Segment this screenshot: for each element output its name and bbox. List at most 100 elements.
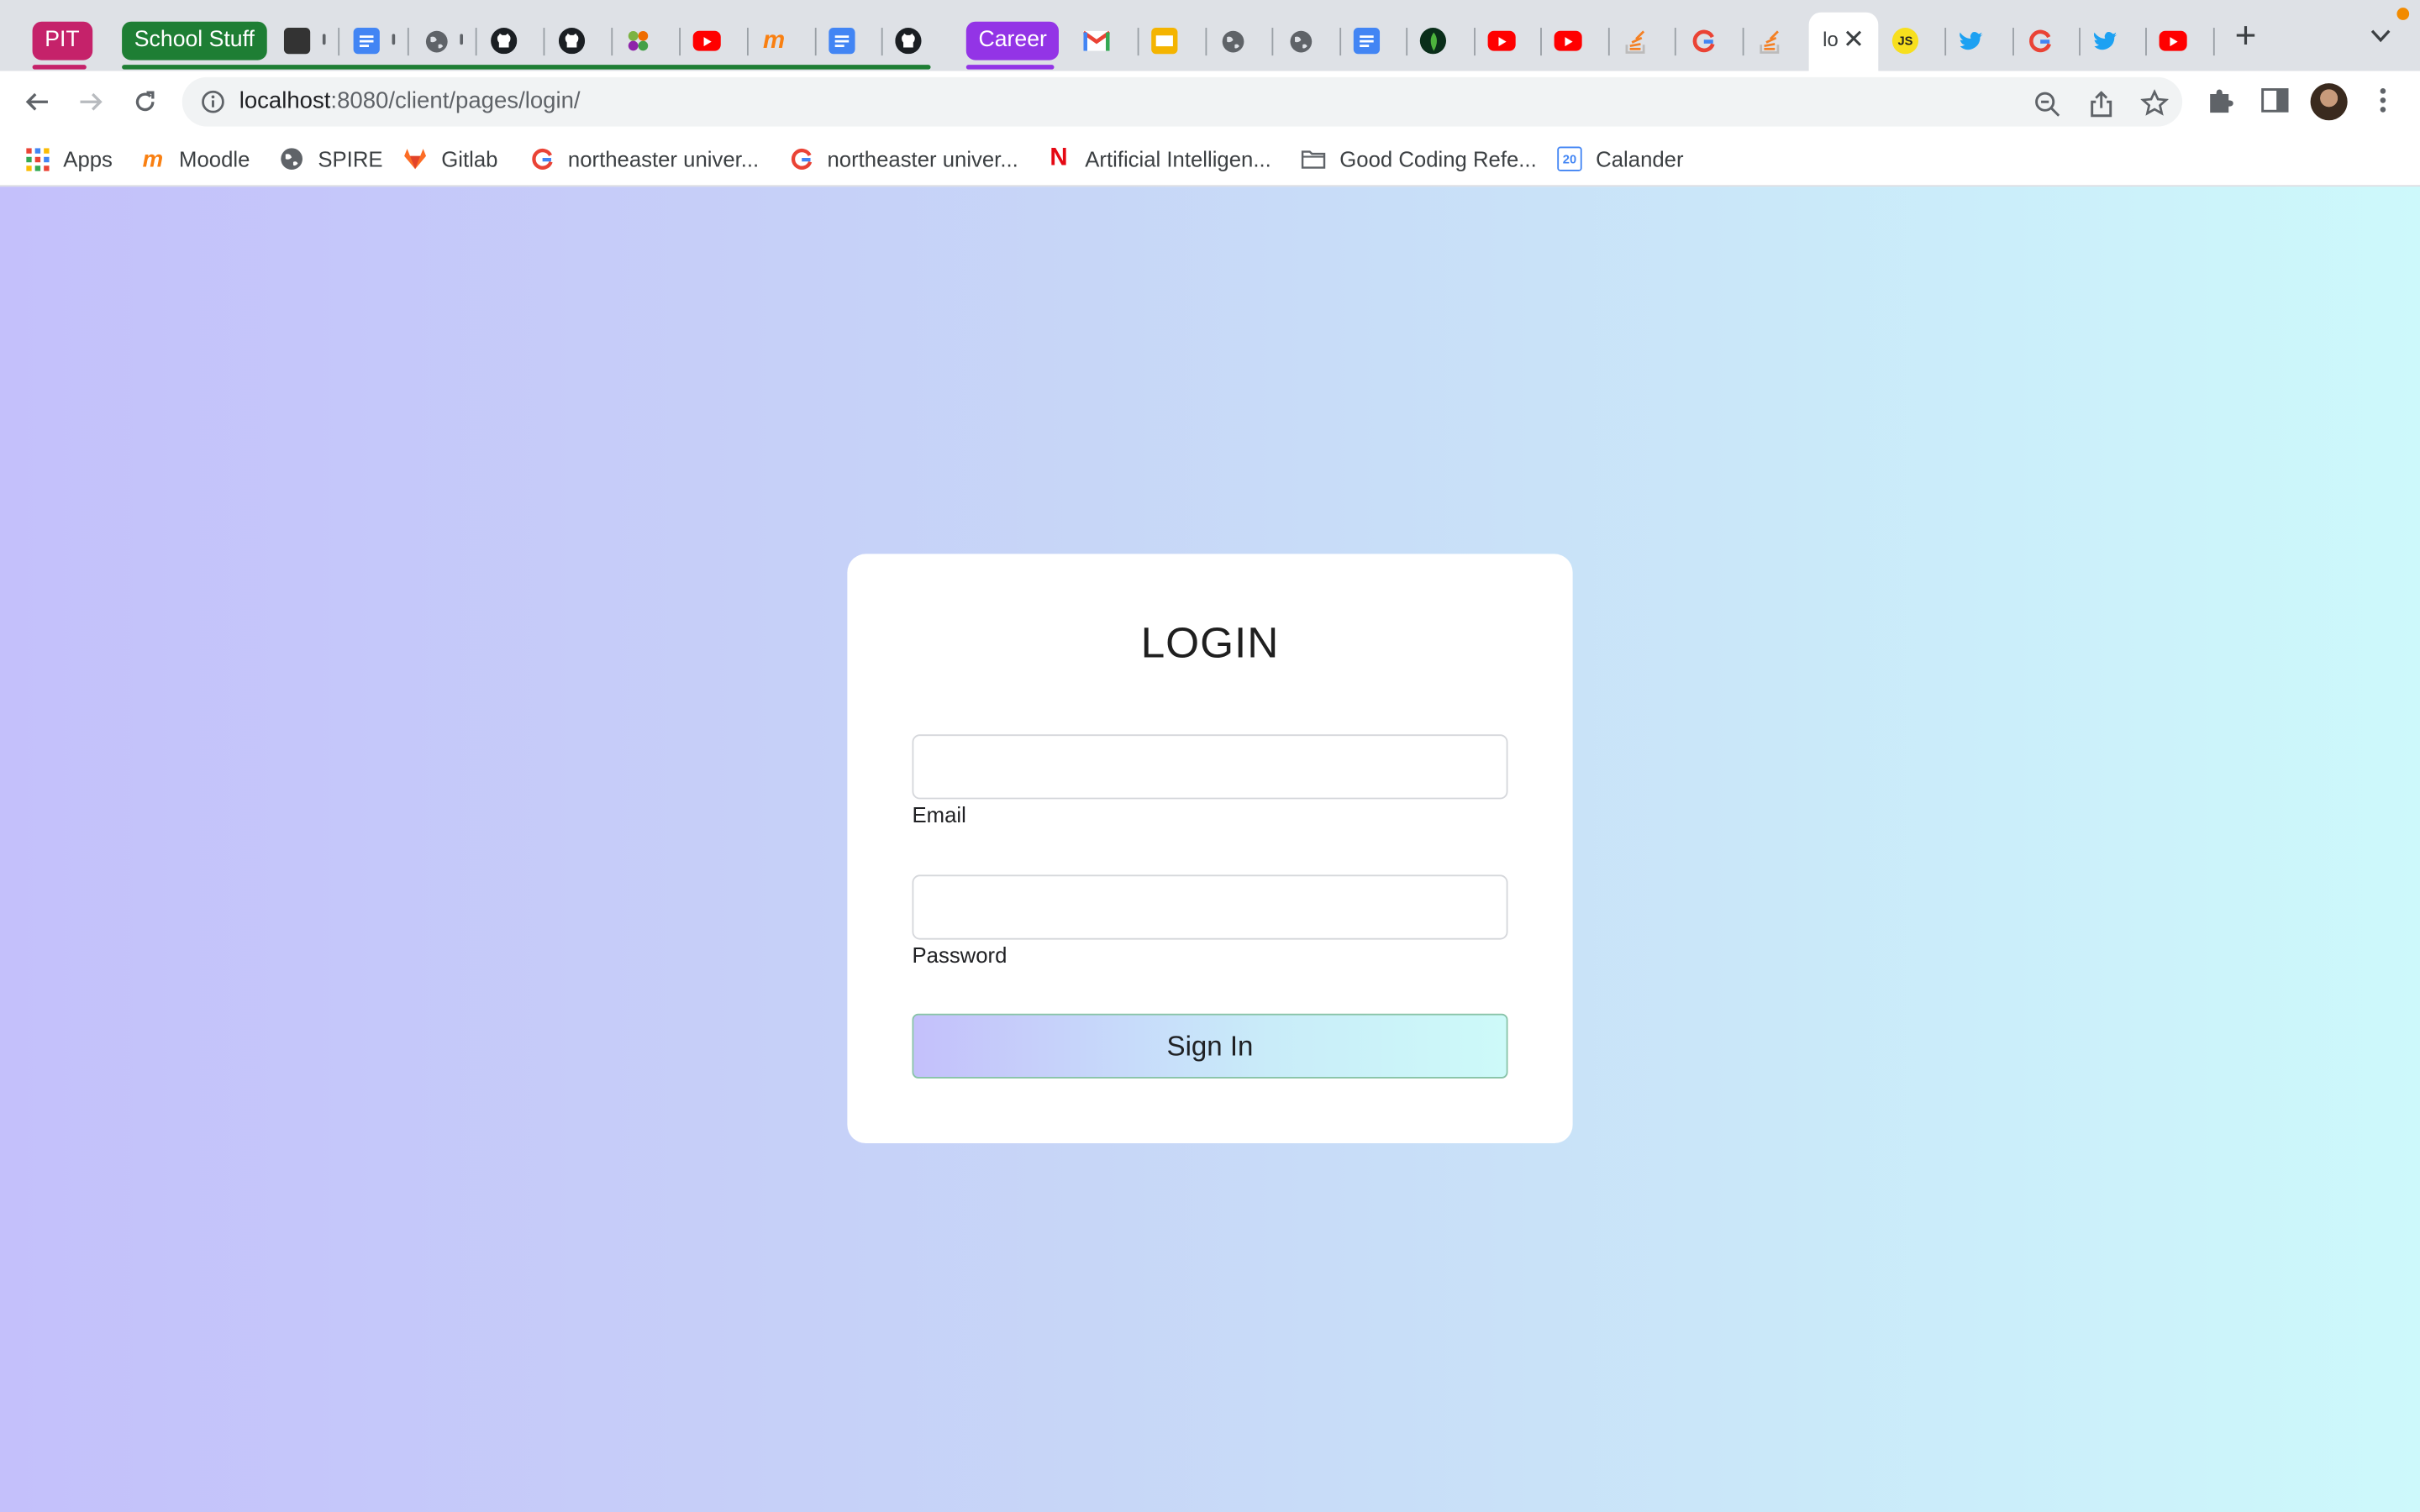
bookmark-label: Gitlab [441,146,498,171]
tab-separator [1944,28,1947,56]
stackoverflow-icon[interactable] [1622,28,1648,54]
google-icon [789,146,813,171]
url-path: :8080/client/pages/login/ [330,87,581,114]
tab-separator [2212,28,2215,56]
youtube-icon[interactable] [1487,30,1516,51]
password-label: Password [912,942,1007,968]
javascript-icon[interactable]: JS [1891,28,1919,55]
page-background: LOGIN Email Password Sign In [0,186,2420,1512]
tab-separator [407,28,409,56]
new-tab-icon[interactable]: + [2235,18,2257,55]
google-docs-icon[interactable] [353,28,380,55]
youtube-icon[interactable] [2159,30,2187,51]
tab-group-pit-underline [32,65,87,70]
mongodb-icon[interactable] [1419,28,1447,55]
bookmark-gitlab[interactable]: Gitlab [402,144,497,175]
bookmark-star-icon[interactable] [2140,89,2169,118]
email-label: Email [912,802,966,827]
google-icon[interactable] [2027,28,2053,54]
bookmark-artificial-intelligence[interactable]: N Artificial Intelligen... [1046,144,1270,175]
github-icon[interactable] [895,28,922,55]
bookmark-label: SPIRE [318,146,383,171]
tab-separator [679,28,681,56]
active-tab[interactable]: lo ✕ [1808,12,1879,71]
google-docs-icon[interactable] [829,28,855,55]
bookmark-apps[interactable]: Apps [24,144,113,175]
globe-icon[interactable] [1219,28,1245,54]
browser-window: PIT School Stuff m Career lo ✕ JS + loca… [0,0,2420,1512]
password-input[interactable] [912,874,1508,940]
bookmark-label: Apps [63,146,113,171]
twitter-icon[interactable] [1959,28,1985,54]
gmail-icon[interactable] [1083,28,1110,54]
tab-separator [1339,28,1342,56]
globe-icon[interactable] [1287,28,1313,54]
tab-search-chevron-icon[interactable] [2370,24,2391,48]
bookmark-northeaster-1[interactable]: northeaster univer... [529,144,759,175]
back-arrow-icon[interactable] [18,83,55,120]
address-bar[interactable]: localhost:8080/client/pages/login/ [182,76,2183,127]
tab-separator [338,28,340,56]
url-host: localhost [239,87,331,114]
tab-separator [2145,28,2147,56]
bookmark-good-coding-reference[interactable]: Good Coding Refe... [1301,144,1537,175]
google-slides-icon[interactable] [1151,28,1178,55]
share-icon[interactable] [2086,90,2114,118]
google-calendar-icon: 20 [1557,146,1582,171]
forward-arrow-icon[interactable] [72,83,109,120]
bookmark-label: Moodle [179,146,250,171]
youtube-icon[interactable] [1554,30,1582,51]
video-thumbnail-icon[interactable] [283,28,311,55]
site-info-icon[interactable] [201,90,225,123]
gitlab-icon [402,146,427,171]
twitter-icon[interactable] [2093,28,2119,54]
tab-separator [1137,28,1139,56]
globe-icon [279,146,303,171]
tab-group-pit[interactable]: PIT [32,21,92,60]
reload-icon[interactable] [127,83,164,120]
calendar-badge: 20 [1562,151,1577,166]
tab-title-fragment [322,34,326,45]
active-tab-title: lo [1823,28,1839,51]
pinwheel-icon[interactable] [625,28,651,54]
extensions-puzzle-icon[interactable] [2204,83,2238,117]
zoom-icon[interactable] [2033,90,2060,118]
github-icon[interactable] [558,28,586,55]
side-panel-icon[interactable] [2258,83,2291,117]
globe-icon[interactable] [423,28,449,54]
tab-group-school-stuff[interactable]: School Stuff [122,21,267,60]
folder-icon [1301,146,1326,171]
more-menu-icon[interactable] [2366,83,2400,117]
tab-separator [1205,28,1207,56]
browser-toolbar: localhost:8080/client/pages/login/ [0,71,2420,133]
moodle-icon[interactable]: m [761,27,787,54]
tab-separator [1406,28,1408,56]
tab-separator [1540,28,1542,56]
tab-separator [475,28,477,56]
stackoverflow-icon[interactable] [1756,28,1782,54]
google-icon [529,146,554,171]
google-docs-icon[interactable] [1353,28,1381,55]
bookmark-calander[interactable]: 20 Calander [1557,144,1684,175]
bookmark-label: Calander [1596,146,1684,171]
login-card: LOGIN Email Password Sign In [847,554,1573,1144]
tab-separator [2012,28,2014,56]
tab-group-career[interactable]: Career [965,21,1060,60]
tab-title-fragment [392,34,396,45]
tab-separator [1674,28,1676,56]
tab-separator [1607,28,1610,56]
bookmark-northeaster-2[interactable]: northeaster univer... [789,144,1018,175]
bookmark-moodle[interactable]: m Moodle [140,144,250,175]
github-icon[interactable] [491,28,518,55]
google-icon[interactable] [1690,28,1716,54]
bookmarks-bar: Apps m Moodle SPIRE Gitlab northeaster u… [0,132,2420,187]
youtube-icon[interactable] [692,30,721,51]
email-input[interactable] [912,734,1508,800]
close-tab-icon[interactable]: ✕ [1843,24,1865,55]
bookmark-label: Good Coding Refe... [1339,146,1537,171]
bookmark-label: northeaster univer... [567,146,760,171]
bookmark-label: Artificial Intelligen... [1085,146,1271,171]
profile-avatar[interactable] [2310,83,2348,121]
sign-in-button[interactable]: Sign In [912,1013,1508,1079]
bookmark-spire[interactable]: SPIRE [279,144,383,175]
